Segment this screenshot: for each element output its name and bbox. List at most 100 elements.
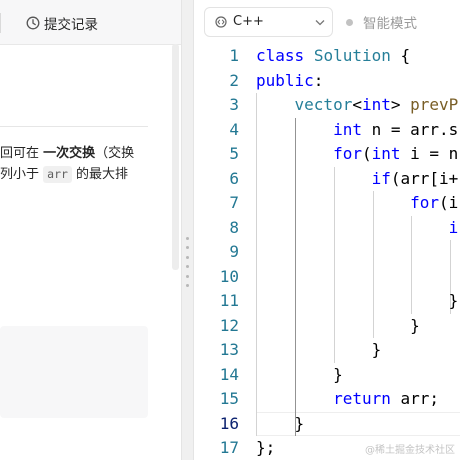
editor-panel: C++ 智能模式 @稀土掘金技术社区 1 class Solution {2 pub… [194,0,460,460]
line-number: 3 [229,95,239,114]
code-line[interactable]: 9 [194,240,460,265]
code-token: n = arr.s [361,119,459,139]
code-text: } [256,314,420,339]
code-token: class [256,46,305,65]
code-line[interactable]: 1 class Solution { [194,44,460,69]
line-number: 16 [219,413,239,433]
code-line[interactable]: 12 } [194,314,460,339]
code-token: int [333,119,362,139]
language-label: C++ [233,14,264,29]
code-token: : [313,70,324,90]
code-text: vector<int> prevP [256,93,459,118]
line-number: 7 [229,193,239,212]
code-token: return [333,389,391,408]
line-number: 14 [219,364,239,384]
code-token: } [256,364,343,384]
code-token: Solution [313,46,391,65]
example-block [0,326,148,418]
code-line[interactable]: 14 } [194,363,460,388]
code-text: } [256,338,382,363]
code-text: return arr; [256,387,439,412]
code-line[interactable]: 5 for(int i = n [194,142,460,167]
code-line[interactable]: 11 } [194,289,460,314]
code-token: int [371,144,401,163]
description-text: 回可在 [0,146,44,161]
code-token: i = n [400,144,459,163]
code-line[interactable]: 4 int n = arr.s [194,118,460,143]
code-line[interactable]: 15 return arr; [194,387,460,412]
code-token: ( [361,144,372,163]
panel-splitter[interactable] [181,0,194,460]
chevron-down-icon [315,20,325,26]
code-line[interactable]: 10 [194,265,460,290]
status-dot-icon [346,18,353,26]
line-number: 12 [219,315,239,335]
code-line[interactable]: 6 if(arr[i+ [194,167,460,192]
code-text: public: [256,69,323,94]
smart-mode-label: 智能模式 [363,16,417,32]
problem-tab-bar: 提交记录 [0,0,181,45]
description-line-1: 回可在 一次交换（交换 [0,144,134,164]
code-line[interactable]: 13 } [194,338,460,363]
code-token: < [352,95,362,114]
description-line-2: 列小于 arr 的最大排 [0,165,128,185]
inline-code: arr [43,166,72,183]
description-text: 列小于 [0,167,44,182]
tab-submissions[interactable]: 提交记录 [26,14,98,33]
code-text: i [256,216,459,241]
line-number: 8 [229,217,239,237]
code-token: int [361,95,391,114]
code-text: }; [256,436,275,460]
line-number: 2 [229,70,239,90]
code-text: for(int i = n [256,142,458,167]
line-number: 13 [219,340,239,359]
code-line[interactable]: 16 } [194,412,460,437]
code-token: vector [294,95,353,114]
line-number: 6 [229,168,239,188]
line-number: 11 [219,291,239,310]
code-line[interactable]: 3 vector<int> prevP [194,93,460,118]
code-line[interactable]: 7 for(i [194,191,460,216]
line-number: 9 [229,242,239,261]
code-line[interactable]: 2 public: [194,69,460,94]
code-token: }; [256,438,276,457]
language-select[interactable]: C++ [204,7,333,37]
code-text: } [256,289,459,314]
drag-handle-icon[interactable] [186,237,189,287]
line-number: 10 [219,266,239,286]
code-token: } [256,413,305,433]
smart-mode-toggle[interactable]: 智能模式 [346,13,417,32]
code-text: for(i [256,191,458,216]
editor-toolbar: C++ 智能模式 [194,0,460,44]
description-bold: 一次交换 [43,146,96,161]
description-text: （交换 [95,146,135,161]
scrollbar[interactable] [172,44,179,270]
code-token: prevP [410,95,459,114]
code-token: for [410,193,440,212]
code-token: } [256,291,459,310]
code-token: > [390,95,411,114]
history-icon [26,16,40,30]
code-line[interactable]: 17}; [194,436,460,460]
code-editor[interactable]: @稀土掘金技术社区 1 class Solution {2 public: 3 vec… [194,44,460,460]
code-token: if [371,168,391,188]
code-token: (i [439,193,459,212]
code-icon [215,16,227,28]
code-token: public [256,70,314,90]
code-line[interactable]: 8 i [194,216,460,241]
tab-submissions-label: 提交记录 [44,17,98,33]
line-number: 15 [219,389,239,408]
code-token: i [448,217,459,237]
line-number: 5 [229,144,239,163]
code-token: for [333,144,362,163]
code-token: } [256,315,420,335]
code-token: arr; [390,389,440,408]
